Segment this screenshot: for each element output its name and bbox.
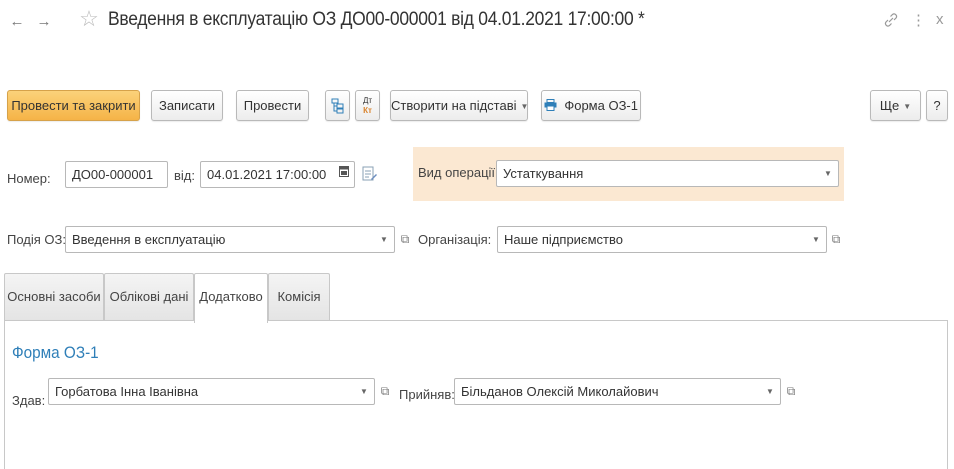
chevron-down-icon: ▼ [520, 102, 529, 112]
number-label: Номер: [7, 171, 51, 186]
forward-icon[interactable]: → [33, 11, 55, 33]
link-icon[interactable] [884, 12, 898, 32]
received-field[interactable]: Більданов Олексій Миколайович [454, 378, 781, 405]
operation-field[interactable]: Устаткування [496, 160, 839, 187]
date-field[interactable]: 04.01.2021 17:00:00 [200, 161, 355, 188]
edit-number-icon[interactable] [362, 165, 378, 183]
save-button[interactable]: Записати [151, 90, 223, 121]
handed-dropdown-chevron-icon[interactable]: ▼ [353, 378, 375, 405]
window-title: Введення в експлуатацію ОЗ ДО00-000001 в… [108, 9, 645, 30]
received-open-icon[interactable]: ⧉ [782, 378, 800, 405]
event-dropdown-chevron-icon[interactable]: ▼ [373, 226, 395, 253]
operation-label: Вид операції: [418, 165, 499, 180]
calendar-icon[interactable] [336, 165, 352, 183]
back-icon[interactable]: ← [6, 11, 28, 33]
received-label: Прийняв: [399, 387, 455, 402]
number-field[interactable]: ДО00-000001 [65, 161, 168, 188]
tab-fixed-assets[interactable]: Основні засоби [4, 273, 104, 321]
section-title-form-os1[interactable]: Форма ОЗ-1 [12, 343, 99, 363]
close-icon[interactable]: x [936, 11, 944, 28]
post-button[interactable]: Провести [236, 90, 309, 121]
create-based-on-label: Створити на підставі [391, 98, 517, 113]
chevron-down-icon: ▼ [903, 102, 912, 112]
organization-dropdown-chevron-icon[interactable]: ▼ [805, 226, 827, 253]
favorite-star-icon[interactable]: ☆ [78, 8, 100, 30]
organization-label: Організація: [418, 232, 492, 247]
tab-accounting-data[interactable]: Облікові дані [104, 273, 194, 321]
help-button[interactable]: ? [926, 90, 948, 121]
handed-open-icon[interactable]: ⧉ [376, 378, 394, 405]
create-based-on-button[interactable]: Створити на підставі ▼ [390, 90, 528, 121]
print-form-label: Форма ОЗ-1 [564, 98, 638, 113]
more-options-icon[interactable]: ⋮ [911, 11, 926, 29]
received-dropdown-chevron-icon[interactable]: ▼ [759, 378, 781, 405]
organization-field[interactable]: Наше підприємство [497, 226, 827, 253]
organization-open-icon[interactable]: ⧉ [827, 226, 845, 253]
operation-dropdown-chevron-icon[interactable]: ▼ [817, 160, 839, 187]
structure-icon[interactable] [325, 90, 350, 121]
printer-icon [544, 99, 560, 113]
handed-field[interactable]: Горбатова Інна Іванівна [48, 378, 375, 405]
tab-additional[interactable]: Додатково [194, 273, 268, 323]
more-label: Ще [879, 98, 900, 113]
handed-label: Здав: [12, 393, 46, 408]
date-label: від: [174, 168, 195, 183]
more-button[interactable]: Ще ▼ [870, 90, 921, 121]
dt-kt-postings-icon[interactable]: Дт Кт [355, 90, 380, 121]
post-and-close-button[interactable]: Провести та закрити [7, 90, 140, 121]
tab-commission[interactable]: Комісія [268, 273, 330, 321]
event-field[interactable]: Введення в експлуатацію [65, 226, 395, 253]
print-form-button[interactable]: Форма ОЗ-1 [541, 90, 641, 121]
event-label: Подія ОЗ: [7, 232, 66, 247]
event-open-icon[interactable]: ⧉ [396, 226, 414, 253]
